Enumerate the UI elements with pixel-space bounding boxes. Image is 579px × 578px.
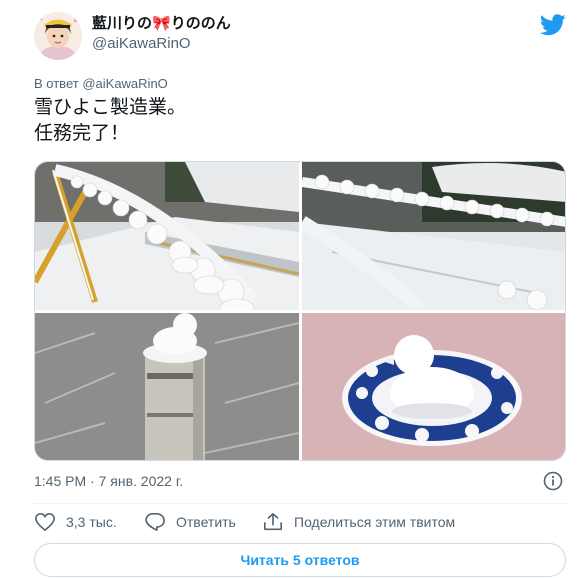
- photo-2[interactable]: [302, 162, 565, 310]
- reply-mention-link[interactable]: @aiKawaRinO: [82, 76, 167, 91]
- reply-prefix: В ответ: [34, 76, 79, 91]
- reply-label: Ответить: [176, 514, 236, 530]
- display-name-text: 藍川りの: [92, 15, 153, 32]
- photo-2-image: [302, 162, 565, 310]
- tweet-timestamp[interactable]: 1:45 PM · 7 янв. 2022 г.: [34, 473, 183, 489]
- tweet-text: 雪ひよこ製造業。 任務完了！: [34, 95, 186, 147]
- tweet-text-line-2: 任務完了！: [34, 123, 130, 144]
- photo-3[interactable]: [35, 313, 299, 460]
- display-name-suffix: りののん: [170, 15, 231, 32]
- tweet-text-line-1: 雪ひよこ製造業。: [34, 97, 187, 118]
- speech-bubble-icon: [145, 513, 165, 531]
- like-button[interactable]: 3,3 тыс.: [34, 512, 117, 532]
- photo-3-image: [35, 313, 299, 460]
- read-replies-button[interactable]: Читать 5 ответов: [34, 543, 566, 577]
- heart-icon: [35, 512, 55, 532]
- author-block[interactable]: 藍川りの🎀りののん @aiKawaRinO: [92, 14, 231, 54]
- avatar-image: [34, 12, 82, 60]
- photo-1[interactable]: [35, 162, 299, 310]
- reply-context: В ответ @aiKawaRinO: [34, 76, 168, 91]
- share-icon: [264, 513, 282, 531]
- ribbon-icon: 🎀: [152, 15, 171, 32]
- avatar[interactable]: [34, 12, 82, 60]
- twitter-bird-icon[interactable]: [540, 14, 566, 36]
- divider: [34, 503, 566, 504]
- share-label: Поделиться этим твитом: [294, 514, 456, 530]
- display-name[interactable]: 藍川りの🎀りののん: [92, 14, 231, 34]
- media-grid: [34, 161, 566, 461]
- photo-4[interactable]: [302, 313, 565, 460]
- reply-button[interactable]: Ответить: [144, 512, 236, 532]
- photo-4-image: [302, 313, 565, 460]
- info-icon[interactable]: [543, 471, 563, 491]
- user-handle[interactable]: @aiKawaRinO: [92, 34, 231, 54]
- share-button[interactable]: Поделиться этим твитом: [262, 512, 455, 532]
- tweet-card: 藍川りの🎀りののん @aiKawaRinO В ответ @aiKawaRin…: [0, 0, 579, 578]
- like-count: 3,3 тыс.: [66, 514, 117, 530]
- photo-1-image: [35, 162, 299, 310]
